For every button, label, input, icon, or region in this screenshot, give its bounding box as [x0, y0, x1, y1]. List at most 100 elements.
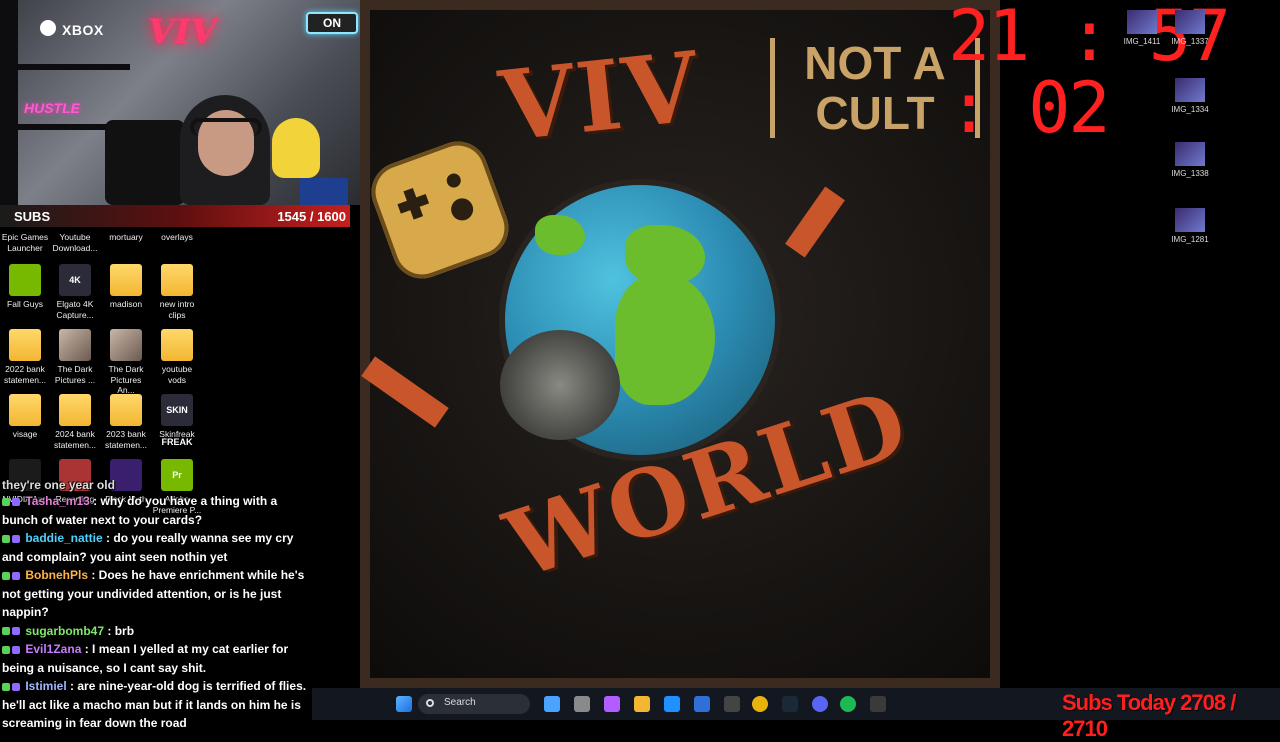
desktop-icon[interactable]: 2023 bank statemen...: [101, 394, 151, 450]
chat-badge-icon: [2, 534, 10, 543]
desktop-icon-label: madison: [109, 299, 143, 309]
image-file-label: IMG_1411: [1123, 37, 1161, 46]
taskbar-store-icon[interactable]: [694, 696, 710, 712]
chat-badge-icon: [12, 534, 20, 543]
chat-username[interactable]: Istimiel: [22, 679, 70, 693]
folder-icon: [161, 264, 193, 296]
chat-badge-icon: [12, 571, 20, 580]
console-box: [300, 178, 348, 205]
taskbar-terminal-icon[interactable]: [870, 696, 886, 712]
image-thumbnail-icon: [1127, 10, 1157, 34]
tagline-line-1: NOT A: [804, 37, 946, 89]
folder-icon: [110, 394, 142, 426]
desktop-icon[interactable]: SKIN FREAK Skinfreak: [152, 394, 202, 447]
desktop-icon[interactable]: Epic Games Launcher: [0, 205, 50, 253]
dumbbell-weight-icon: [500, 330, 620, 440]
desktop-icon-label: Fall Guys: [7, 299, 43, 309]
chat-partial-line: they're one year old: [2, 480, 115, 492]
taskbar-file-explorer-icon[interactable]: [634, 696, 650, 712]
pikachu-figure: [272, 118, 320, 178]
desktop-icon[interactable]: Fall Guys: [0, 264, 50, 310]
chat-username[interactable]: sugarbomb47: [22, 624, 107, 638]
image-file-label: IMG_1281: [1171, 235, 1209, 244]
desktop-icon-label: Youtube Download...: [52, 232, 98, 253]
desktop-icon-label: Skinfreak: [159, 429, 195, 439]
desktop-icon[interactable]: visage: [0, 394, 50, 440]
chat-message: Istimiel : are nine-year-old dog is terr…: [0, 677, 312, 733]
chat-username[interactable]: Tasha_m13: [22, 494, 93, 508]
on-air-badge: ON: [306, 12, 358, 34]
image-thumbnail-icon: [1175, 142, 1205, 166]
desktop-icon-label: visage: [12, 429, 38, 439]
viv-world-artwork: VIV WORLD NOT A CULT: [360, 0, 1000, 688]
taskbar-search-placeholder: Search: [444, 697, 476, 708]
desktop-icon-label: new intro clips: [159, 299, 195, 320]
desktop-icon[interactable]: youtube vods: [152, 329, 202, 385]
taskbar-widgets-icon[interactable]: [544, 696, 560, 712]
image-file-icon[interactable]: IMG_1338: [1168, 142, 1212, 179]
taskbar-edge-icon[interactable]: [664, 696, 680, 712]
image-file-icon[interactable]: IMG_1281: [1168, 208, 1212, 245]
chat-badge-icon: [12, 645, 20, 654]
chat-badge-icon: [2, 497, 10, 506]
desktop-icon[interactable]: Youtube Download...: [50, 205, 100, 253]
xbox-logo-icon: [40, 20, 56, 36]
africa-landmass: [615, 275, 715, 405]
americas-landmass: [535, 215, 585, 255]
folder-icon: [9, 329, 41, 361]
desktop-icon-label: youtube vods: [161, 364, 193, 385]
taskbar-task-view-icon[interactable]: [574, 696, 590, 712]
hustle-neon-sign: HUSTLE: [24, 100, 80, 116]
desktop-icon-label: 2024 bank statemen...: [53, 429, 97, 450]
chat-overlay: they're one year old Tasha_m13 : why do …: [0, 480, 312, 730]
app-icon: [9, 264, 41, 296]
image-file-icon[interactable]: IMG_1411: [1120, 10, 1164, 47]
subs-goal-count: 1545 / 1600: [277, 209, 346, 224]
headphones-icon: [190, 118, 262, 136]
image-file-icon[interactable]: IMG_1337: [1168, 10, 1212, 47]
desktop-icon[interactable]: new intro clips: [152, 264, 202, 320]
image-file-label: IMG_1334: [1171, 105, 1209, 114]
search-icon: [426, 699, 434, 707]
chat-username[interactable]: baddie_nattie: [22, 531, 106, 545]
desktop-icon[interactable]: 4K Elgato 4K Capture...: [50, 264, 100, 320]
chat-badge-icon: [12, 627, 20, 636]
desktop-icon[interactable]: The Dark Pictures An...: [101, 329, 151, 396]
gaming-chair: [105, 120, 185, 205]
desktop-icon-label: The Dark Pictures ...: [54, 364, 96, 385]
chat-message: Evil1Zana : I mean I yelled at my cat ea…: [0, 640, 312, 677]
taskbar-obs-icon[interactable]: [724, 696, 740, 712]
shelf-line: [0, 64, 130, 70]
controller-button-icon: [444, 171, 463, 190]
chat-badge-icon: [2, 627, 10, 636]
viv-logo-text: VIV: [494, 29, 706, 164]
desktop-icon[interactable]: overlays: [152, 205, 202, 243]
desktop-icon-label: 2023 bank statemen...: [104, 429, 148, 450]
taskbar-start-icon[interactable]: [396, 696, 412, 712]
chat-message: Tasha_m13 : why do you have a thing with…: [0, 492, 312, 529]
image-file-label: IMG_1337: [1171, 37, 1209, 46]
desktop-icon[interactable]: 2024 bank statemen...: [50, 394, 100, 450]
image-thumbnail-icon: [1175, 10, 1205, 34]
taskbar-spotify-icon[interactable]: [840, 696, 856, 712]
taskbar-discord-icon[interactable]: [812, 696, 828, 712]
taskbar-steam-icon[interactable]: [782, 696, 798, 712]
taskbar-chrome-icon[interactable]: [752, 696, 768, 712]
folder-icon: [9, 394, 41, 426]
image-thumbnail-icon: [59, 329, 91, 361]
chat-message: sugarbomb47 : brb: [0, 622, 312, 641]
desktop-icon[interactable]: mortuary: [101, 205, 151, 243]
desktop-icon[interactable]: madison: [101, 264, 151, 310]
chat-username[interactable]: Evil1Zana: [22, 642, 85, 656]
subs-today-counter: Subs Today 2708 / 2710: [1062, 690, 1236, 741]
desktop-icon[interactable]: 2022 bank statemen...: [0, 329, 50, 385]
image-file-icon[interactable]: IMG_1334: [1168, 78, 1212, 115]
chat-badge-icon: [2, 645, 10, 654]
chat-badge-icon: [2, 682, 10, 691]
neon-sign: VIV: [148, 12, 217, 52]
app-icon: SKIN FREAK: [161, 394, 193, 447]
chat-username[interactable]: BobnehPls: [22, 568, 91, 582]
chat-message: BobnehPls : Does he have enrichment whil…: [0, 566, 312, 622]
taskbar-copilot-icon[interactable]: [604, 696, 620, 712]
desktop-icon[interactable]: The Dark Pictures ...: [50, 329, 100, 385]
